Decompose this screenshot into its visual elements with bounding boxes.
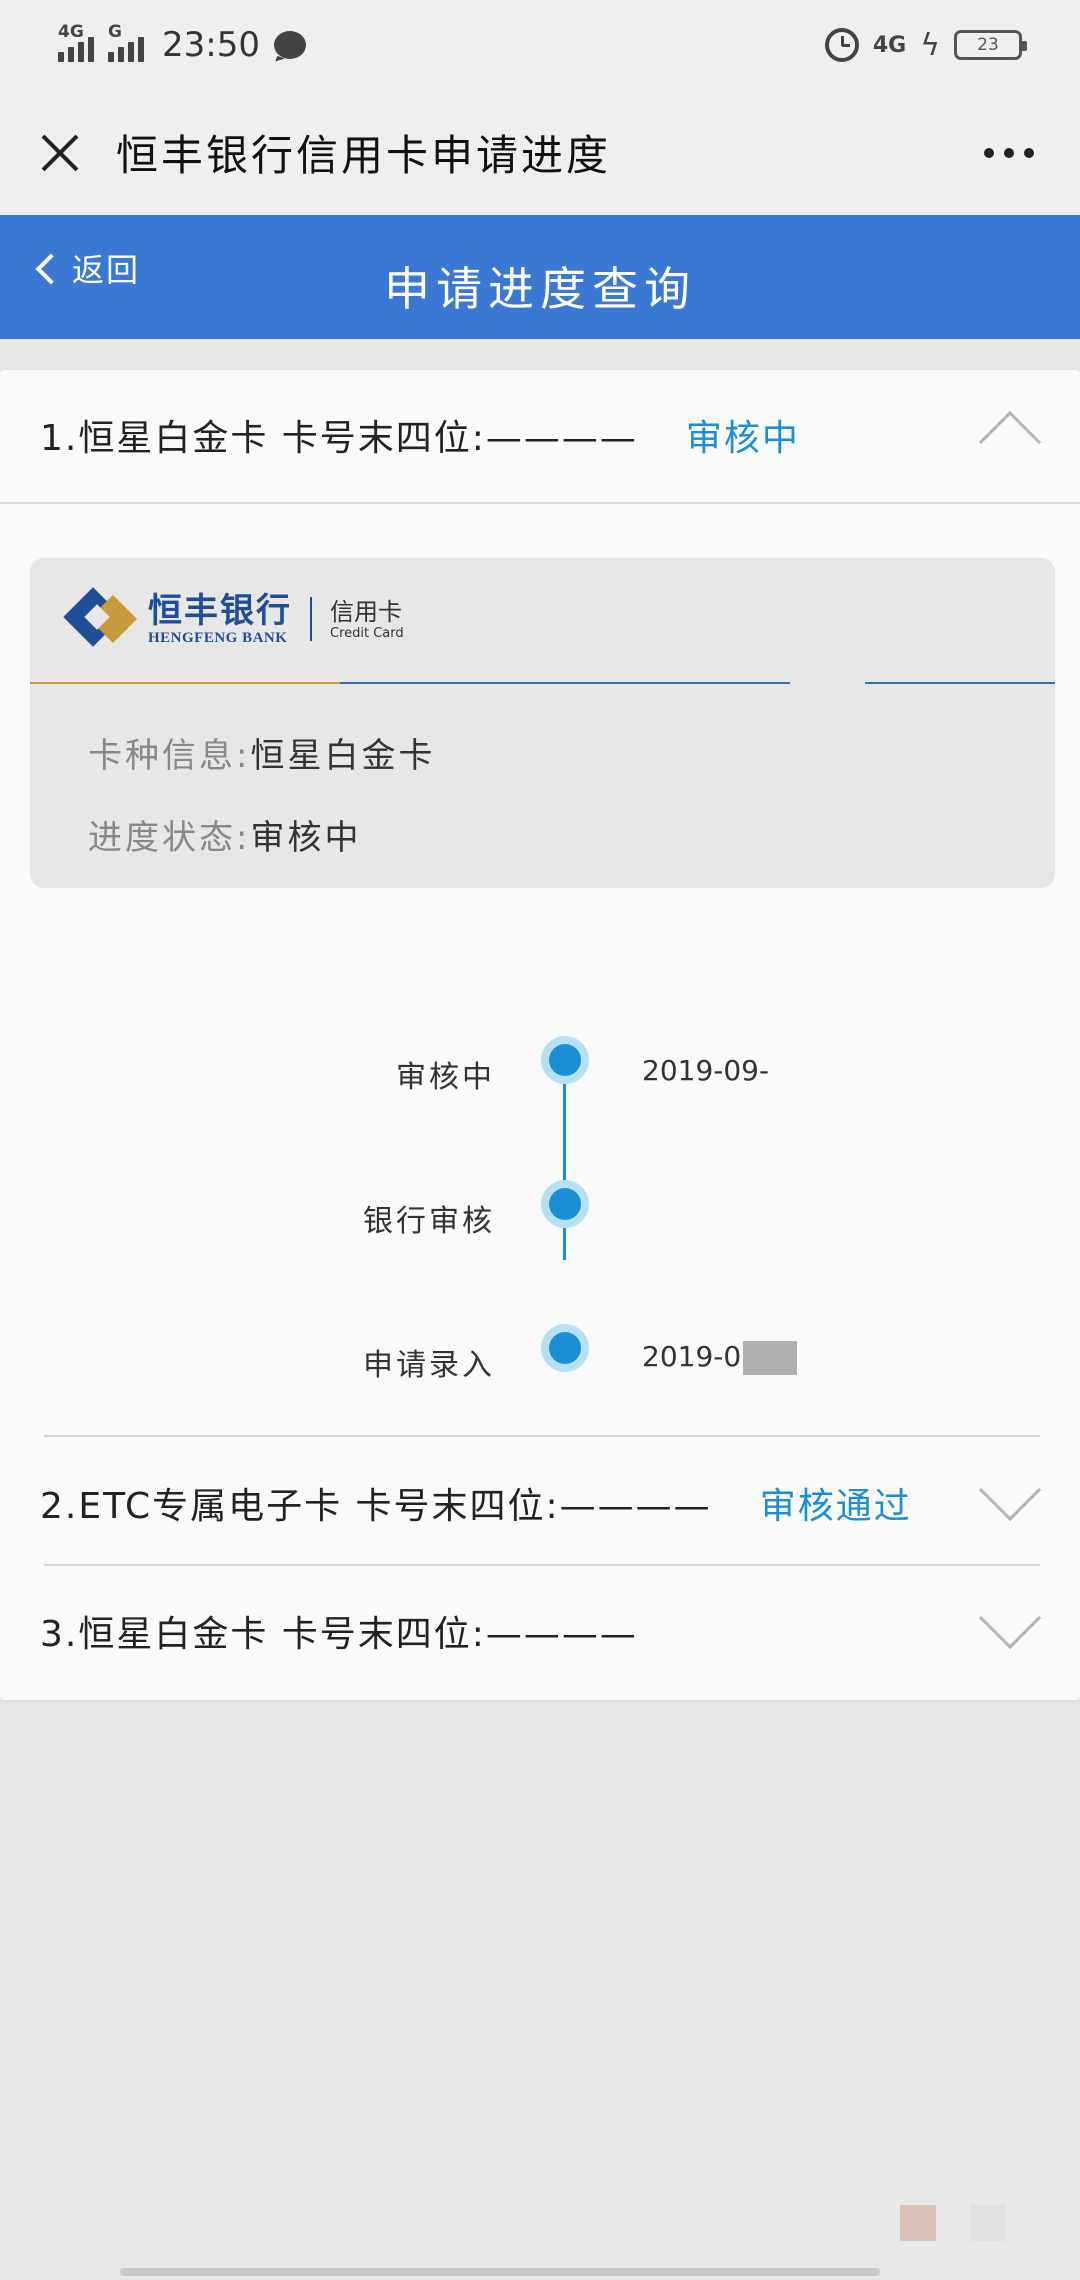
network-type-2: G <box>108 22 122 42</box>
card-info: 恒丰银行 HENGFENG BANK 信用卡 Credit Card 卡种信息:… <box>30 558 1055 888</box>
close-icon[interactable] <box>36 129 84 177</box>
redacted-block <box>743 1341 798 1375</box>
application-title: 2.ETC专属电子卡 卡号末四位:———— <box>40 1486 712 1527</box>
clock: 23:50 <box>162 25 260 65</box>
chevron-down-icon[interactable] <box>978 1458 1042 1522</box>
tile-icon <box>970 2205 1006 2241</box>
card-divider-gold <box>30 682 340 684</box>
title-bar: 恒丰银行信用卡申请进度 <box>0 90 1080 215</box>
bank-name-en: HENGFENG BANK <box>148 629 288 646</box>
application-title: 1.恒星白金卡 卡号末四位:———— <box>40 418 638 459</box>
progress-status-label: 进度状态: <box>88 818 251 858</box>
credit-card-label: 信用卡 Credit Card <box>330 598 404 641</box>
signal-icon-2: G <box>108 22 144 62</box>
signal-icon-1: 4G <box>58 22 94 62</box>
chevron-down-icon[interactable] <box>978 1586 1042 1650</box>
bank-name-cn: 恒丰银行 <box>148 590 292 631</box>
application-item-2[interactable]: 2.ETC专属电子卡 卡号末四位:———— 审核通过 <box>0 1438 1080 1568</box>
timeline-step-label: 申请录入 <box>363 1348 495 1383</box>
tile-icon <box>900 2205 936 2241</box>
charging-icon: ϟ <box>920 27 940 63</box>
credit-card-en: Credit Card <box>330 625 404 641</box>
page-title: 恒丰银行信用卡申请进度 <box>116 131 612 180</box>
network-4g-icon: 4G <box>872 32 907 58</box>
status-bar: 4G G 23:50 4G ϟ 23 <box>0 0 1080 90</box>
divider <box>0 502 1080 504</box>
timeline-step-label: 审核中 <box>396 1060 495 1095</box>
home-indicator[interactable] <box>120 2268 880 2276</box>
battery-icon: 23 <box>954 30 1027 60</box>
progress-status-value: 审核中 <box>250 818 362 858</box>
floating-tiles <box>900 2205 1006 2241</box>
alarm-icon <box>824 28 859 62</box>
battery-level: 23 <box>977 35 999 55</box>
card-divider-blue <box>340 682 790 684</box>
timeline-step-date: 2019-0 <box>642 1340 798 1375</box>
more-options-icon[interactable] <box>974 138 1044 168</box>
message-icon <box>273 31 306 59</box>
application-title: 3.恒星白金卡 卡号末四位:———— <box>40 1614 638 1655</box>
bank-logo-text: 恒丰银行 HENGFENG BANK <box>148 592 292 647</box>
application-item-1[interactable]: 1.恒星白金卡 卡号末四位:———— 审核中 <box>0 370 1080 500</box>
card-type-label: 卡种信息: <box>88 736 251 776</box>
card-type-row: 卡种信息:恒星白金卡 <box>88 728 435 777</box>
header-title: 申请进度查询 <box>384 262 696 316</box>
application-status: 审核中 <box>685 418 800 459</box>
timeline-dot <box>541 1180 589 1228</box>
timeline-dot <box>541 1324 589 1372</box>
application-status: 审核通过 <box>759 1486 912 1527</box>
network-type-1: 4G <box>58 22 84 42</box>
timeline-step-label: 银行审核 <box>363 1204 495 1239</box>
application-list: 1.恒星白金卡 卡号末四位:———— 审核中 恒丰银行 HENGFENG BAN… <box>0 370 1080 1700</box>
bank-logo: 恒丰银行 HENGFENG BANK 信用卡 Credit Card <box>63 587 404 650</box>
divider <box>44 1435 1040 1437</box>
bank-logo-icon <box>63 587 140 650</box>
timeline-dot <box>541 1036 589 1084</box>
app-header: 返回 申请进度查询 <box>0 215 1080 339</box>
timeline-step-date: 2019-09- <box>642 1054 770 1087</box>
card-divider-blue <box>865 682 1055 684</box>
chevron-up-icon[interactable] <box>978 410 1042 474</box>
card-type-value: 恒星白金卡 <box>250 736 436 776</box>
timeline-line <box>563 1060 566 1260</box>
status-right: 4G ϟ 23 <box>824 27 1027 63</box>
application-item-3[interactable]: 3.恒星白金卡 卡号末四位:———— <box>0 1566 1080 1696</box>
status-left: 4G G 23:50 <box>58 22 306 65</box>
credit-card-cn: 信用卡 <box>330 597 402 626</box>
logo-separator <box>310 597 312 641</box>
progress-status-row: 进度状态:审核中 <box>88 810 361 859</box>
progress-timeline: 审核中 2019-09- 银行审核 申请录入 2019-0 <box>0 1030 1080 1383</box>
